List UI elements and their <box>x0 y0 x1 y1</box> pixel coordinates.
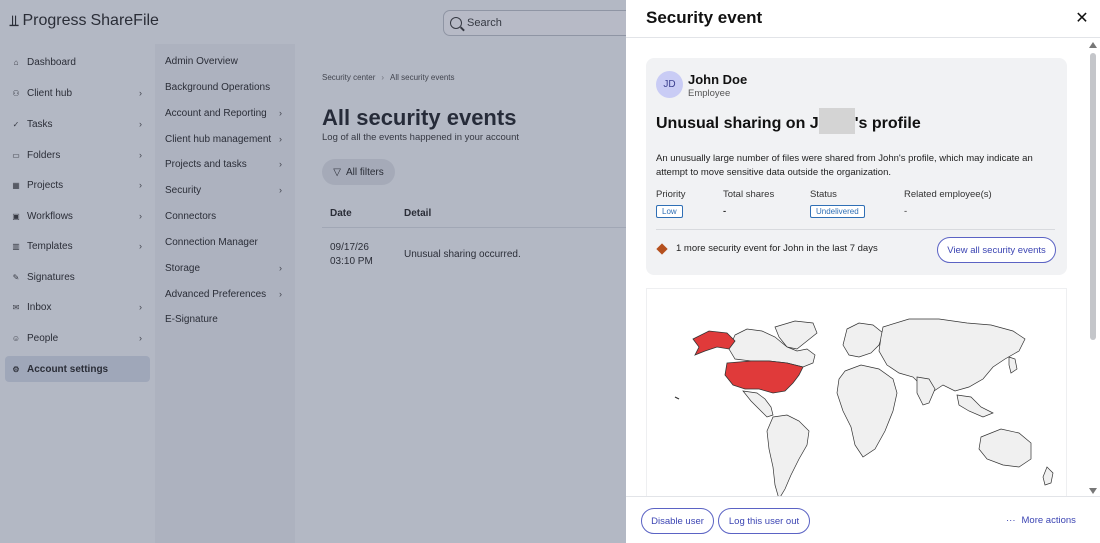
panel-scroll-area[interactable]: JD John Doe Employee Unusual sharing on … <box>626 38 1100 496</box>
related-employees-label: Related employee(s) <box>904 189 992 200</box>
view-all-security-events-button[interactable]: View all security events <box>937 237 1056 263</box>
status-badge: Undelivered <box>810 205 865 218</box>
warning-icon <box>656 243 668 255</box>
related-events-notice: 1 more security event for John in the la… <box>676 243 878 254</box>
card-divider <box>656 229 1055 230</box>
map-mexico-central-america <box>742 390 774 418</box>
panel-scrollbar[interactable] <box>1088 40 1098 496</box>
map-asia <box>878 318 1026 394</box>
more-actions-label: More actions <box>1021 515 1076 526</box>
log-user-out-button[interactable]: Log this user out <box>718 508 810 534</box>
status-label: Status <box>810 189 837 200</box>
map-hawaii <box>674 396 680 400</box>
event-card: JD John Doe Employee Unusual sharing on … <box>646 58 1067 275</box>
scroll-down-arrow-icon[interactable] <box>1089 488 1097 494</box>
event-title-prefix: Unusual sharing on J <box>656 115 819 133</box>
event-title: Unusual sharing on J 's profile <box>656 108 921 134</box>
world-map <box>646 288 1067 496</box>
redacted-block <box>818 108 855 134</box>
map-africa <box>836 364 898 458</box>
ellipsis-icon: ··· <box>1006 515 1016 526</box>
scroll-up-arrow-icon[interactable] <box>1089 42 1097 48</box>
event-description: An unusually large number of files were … <box>656 153 1033 178</box>
map-alaska-highlighted <box>692 330 736 356</box>
panel-footer: Disable user Log this user out ··· More … <box>626 496 1100 543</box>
security-event-panel: Security event ✕ JD John Doe Employee Un… <box>626 0 1100 543</box>
more-actions-button[interactable]: ··· More actions <box>1006 515 1076 526</box>
map-new-zealand <box>1042 466 1054 486</box>
related-employees-value: - <box>904 206 908 217</box>
close-icon[interactable]: ✕ <box>1074 11 1090 27</box>
total-shares-label: Total shares <box>723 189 775 200</box>
priority-badge: Low <box>656 205 683 218</box>
modal-backdrop[interactable] <box>0 0 626 543</box>
map-usa-highlighted <box>724 360 804 394</box>
scrollbar-thumb[interactable] <box>1090 53 1096 340</box>
user-name: John Doe <box>688 72 748 87</box>
map-australia <box>978 428 1032 468</box>
panel-title: Security event <box>646 8 763 27</box>
disable-user-button[interactable]: Disable user <box>641 508 714 534</box>
event-title-suffix: 's profile <box>854 115 921 133</box>
world-map-svg <box>674 318 1054 496</box>
user-role: Employee <box>688 88 731 99</box>
map-south-america <box>766 414 810 496</box>
priority-label: Priority <box>656 189 686 200</box>
map-europe <box>842 322 884 358</box>
map-japan <box>1008 356 1018 374</box>
total-shares-value: - <box>723 206 727 217</box>
map-southeast-asia <box>956 394 994 418</box>
avatar: JD <box>656 71 683 98</box>
